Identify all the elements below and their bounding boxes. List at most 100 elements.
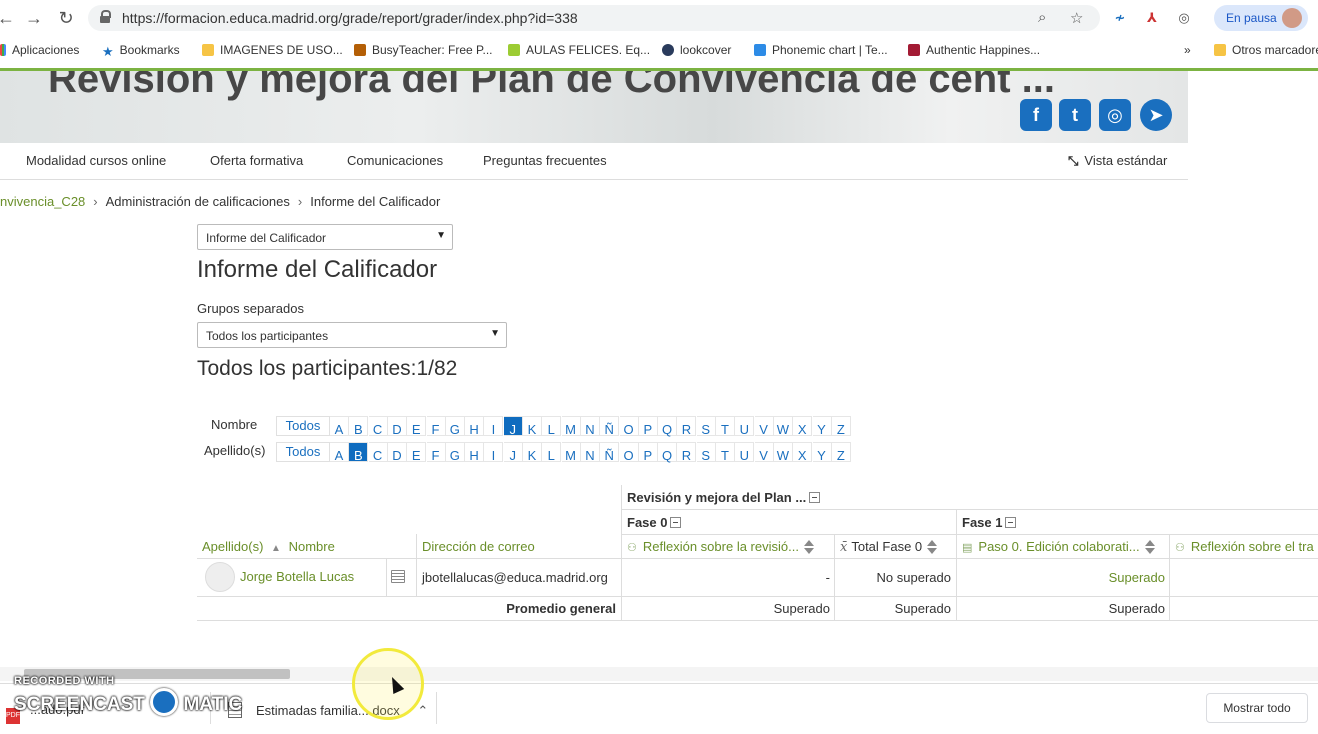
first-initial-d-link[interactable]: D [387,416,407,437]
last-initial-l-link[interactable]: L [542,442,562,463]
sort-icon[interactable] [927,540,938,554]
last-initial-m-link[interactable]: M [561,442,581,463]
last-initial-i-link[interactable]: I [484,442,504,463]
bookmark-bookmarks[interactable]: ★ Bookmarks [102,43,180,59]
address-bar[interactable]: https://formacion.educa.madrid.org/grade… [88,5,1100,31]
last-initial-c-link[interactable]: C [368,442,388,463]
sort-icon[interactable] [1144,540,1155,554]
reload-icon[interactable]: ↻ [54,6,78,30]
last-initial-f-link[interactable]: F [426,442,446,463]
first-initial-v-link[interactable]: V [754,416,774,437]
grade-paso0[interactable]: Superado [956,570,1165,585]
last-initial-b-link[interactable]: B [349,442,369,463]
last-initial-u-link[interactable]: U [735,442,755,463]
first-initial-l-link[interactable]: L [542,416,562,437]
last-initial-w-link[interactable]: W [773,442,793,463]
last-initial-g-link[interactable]: G [445,442,465,463]
collapse-icon[interactable] [670,517,682,528]
student-name-link[interactable]: Jorge Botella Lucas [240,569,354,584]
first-name-all-link[interactable]: Todos [276,416,330,436]
first-initial-a-link[interactable]: A [330,416,349,437]
show-all-button[interactable]: Mostrar todo [1206,693,1308,723]
first-initial-e-link[interactable]: E [407,416,427,437]
bookmark-busyteacher[interactable]: BusyTeacher: Free P... [354,43,493,57]
breadcrumb-admin[interactable]: Administración de calificaciones [106,194,290,209]
last-initial-y-link[interactable]: Y [812,442,832,463]
last-initial-a-link[interactable]: A [330,442,349,463]
profile-pause-button[interactable]: En pausa [1214,5,1308,31]
last-initial-q-link[interactable]: Q [658,442,678,463]
last-initial-enye-link[interactable]: Ñ [600,442,620,463]
bookmark-aulas[interactable]: AULAS FELICES. Eq... [508,43,650,57]
pdf-extension-icon[interactable]: ⅄ [1142,8,1162,28]
last-initial-x-link[interactable]: X [793,442,813,463]
last-initial-z-link[interactable]: Z [831,442,851,463]
sort-name-link[interactable]: Nombre [289,539,335,554]
first-initial-g-link[interactable]: G [445,416,465,437]
first-initial-f-link[interactable]: F [426,416,446,437]
first-initial-b-link[interactable]: B [349,416,369,437]
user-report-icon[interactable] [391,570,405,583]
collapse-icon[interactable] [809,492,821,503]
sort-surname-link[interactable]: Apellido(s) [202,539,263,554]
telegram-icon[interactable]: ➤ [1140,99,1172,131]
user-avatar[interactable] [205,562,235,592]
star-icon[interactable]: ☆ [1070,9,1083,27]
grade-reflexion[interactable]: - [621,570,830,585]
first-initial-k-link[interactable]: K [523,416,542,437]
chevron-up-icon[interactable]: ⌃ [417,703,428,718]
bookmark-apps[interactable]: Aplicaciones [0,43,79,57]
first-initial-s-link[interactable]: S [696,416,716,437]
first-initial-i-link[interactable]: I [484,416,504,437]
last-initial-s-link[interactable]: S [696,442,716,463]
nav-item-modalidad[interactable]: Modalidad cursos online [26,153,166,168]
first-initial-t-link[interactable]: T [716,416,735,437]
last-initial-k-link[interactable]: K [523,442,542,463]
facebook-icon[interactable]: f [1020,99,1052,131]
collapse-icon[interactable] [1005,517,1017,528]
first-initial-p-link[interactable]: P [638,416,658,437]
last-initial-e-link[interactable]: E [407,442,427,463]
first-initial-o-link[interactable]: O [619,416,639,437]
extension-m-icon[interactable]: ≁ [1110,8,1130,28]
first-initial-m-link[interactable]: M [561,416,581,437]
bookmarks-overflow-icon[interactable]: » [1184,43,1191,57]
back-icon[interactable]: ← [0,6,18,30]
zoom-icon[interactable]: ⌕ [1038,9,1046,26]
first-initial-w-link[interactable]: W [773,416,793,437]
first-initial-n-link[interactable]: N [580,416,600,437]
first-initial-enye-link[interactable]: Ñ [600,416,620,437]
twitter-icon[interactable]: t [1059,99,1091,131]
first-initial-j-link[interactable]: J [503,416,523,437]
groups-select[interactable]: Todos los participantes ▼ [197,322,507,348]
nav-item-preguntas[interactable]: Preguntas frecuentes [483,153,607,168]
last-initial-d-link[interactable]: D [387,442,407,463]
last-initial-j-link[interactable]: J [503,442,523,463]
last-initial-o-link[interactable]: O [619,442,639,463]
last-name-all-link[interactable]: Todos [276,442,330,462]
standard-view-button[interactable]: ⤡ Vista estándar [1068,153,1167,169]
forward-icon[interactable]: → [22,6,46,30]
first-initial-x-link[interactable]: X [793,416,813,437]
bookmark-imagenes[interactable]: IMAGENES DE USO... [202,43,343,57]
extension-circle-icon[interactable]: ◎ [1174,8,1194,28]
nav-item-oferta[interactable]: Oferta formativa [210,153,303,168]
bookmark-phonemic[interactable]: Phonemic chart | Te... [754,43,888,57]
first-initial-q-link[interactable]: Q [658,416,678,437]
bookmark-lookcover[interactable]: lookcover [662,43,731,57]
first-initial-u-link[interactable]: U [735,416,755,437]
bookmark-authentic[interactable]: Authentic Happines... [908,43,1040,57]
first-initial-h-link[interactable]: H [465,416,485,437]
sort-icon[interactable] [803,540,814,554]
report-select[interactable]: Informe del Calificador ▼ [197,224,453,250]
last-initial-p-link[interactable]: P [638,442,658,463]
breadcrumb-course[interactable]: nvivencia_C28 [0,194,85,209]
column-header-email[interactable]: Dirección de correo [422,539,535,554]
first-initial-r-link[interactable]: R [677,416,697,437]
last-initial-v-link[interactable]: V [754,442,774,463]
last-initial-t-link[interactable]: T [716,442,735,463]
instagram-icon[interactable]: ◎ [1099,99,1131,131]
first-initial-c-link[interactable]: C [368,416,388,437]
first-initial-z-link[interactable]: Z [831,416,851,437]
last-initial-n-link[interactable]: N [580,442,600,463]
